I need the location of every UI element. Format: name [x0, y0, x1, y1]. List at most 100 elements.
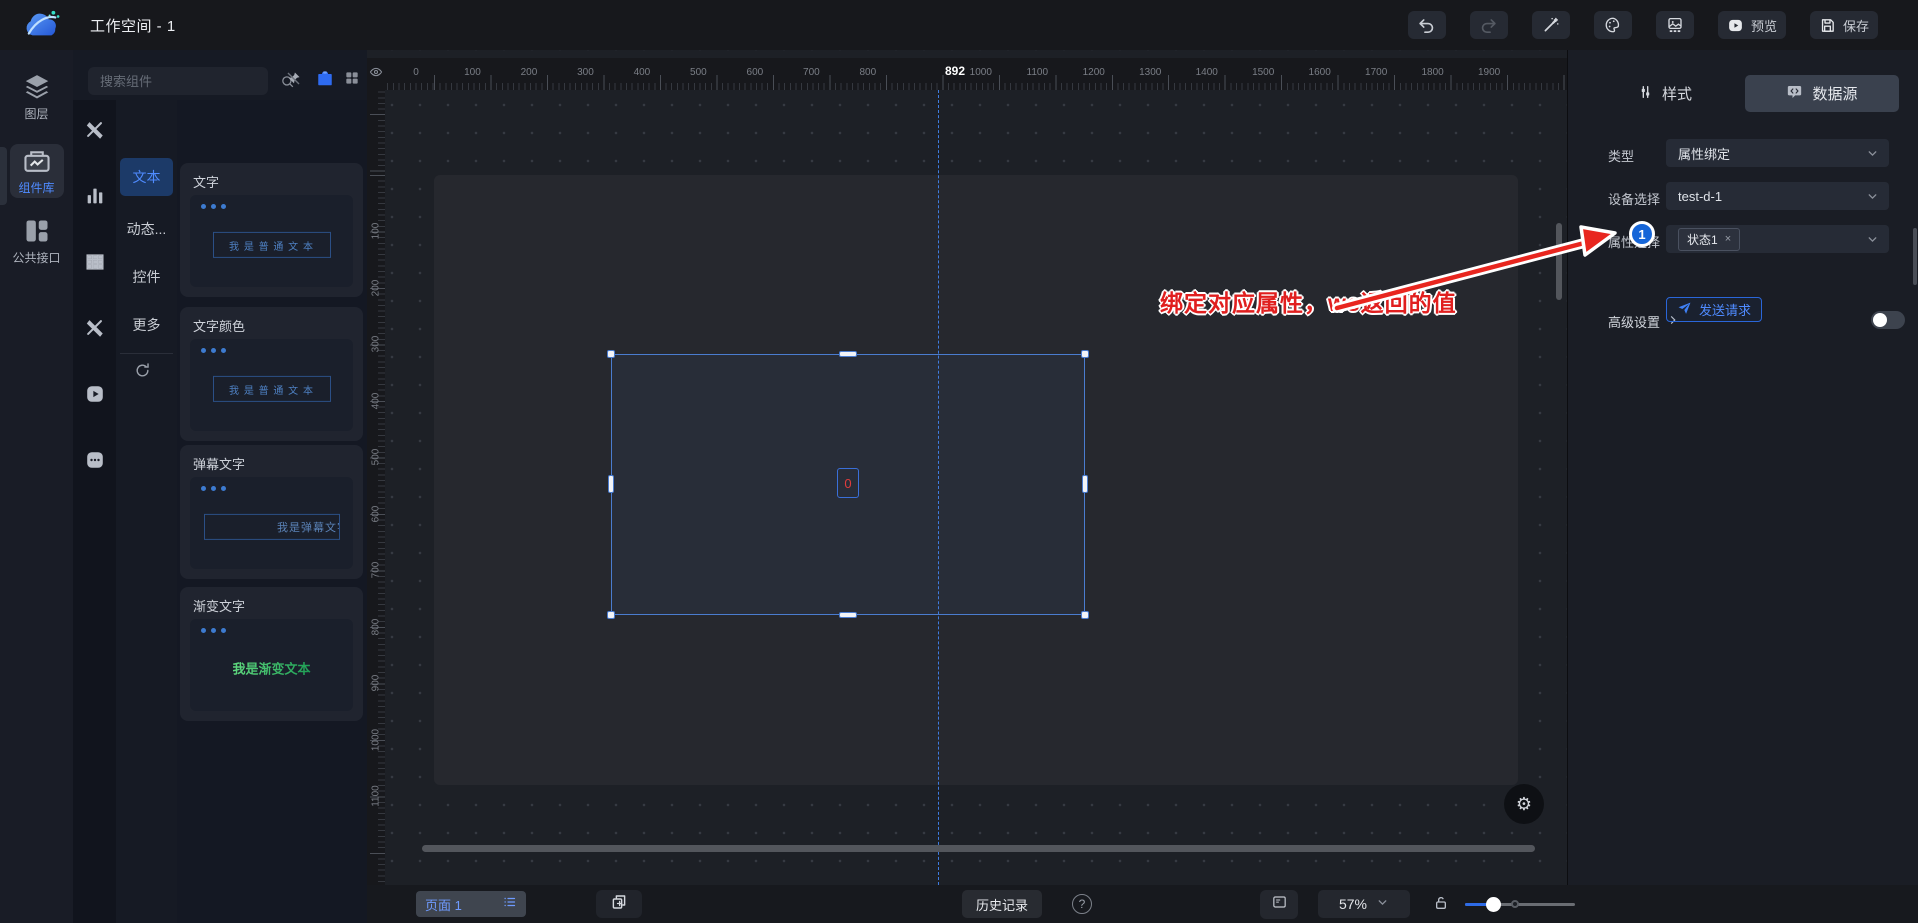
pin-icon[interactable] [285, 70, 302, 87]
right-panel: 样式 数据源 类型 属性绑定 设备选择 test-d-1 属性选择 状态1 × … [1567, 50, 1918, 885]
tab-dynamic[interactable]: 动态... [120, 210, 173, 248]
resize-handle-nw[interactable] [607, 350, 615, 358]
redo-icon [1479, 16, 1498, 35]
category-chart-icon[interactable] [78, 179, 112, 213]
tab-style[interactable]: 样式 [1590, 75, 1740, 112]
attribute-select[interactable]: 状态1 × [1666, 225, 1889, 253]
resize-handle-n[interactable] [839, 351, 857, 357]
preview-marquee-box: 我是弹幕文字 [204, 514, 340, 540]
canvas[interactable]: 0100200300400500600700800100011001200130… [367, 50, 1567, 885]
preview-dots [201, 628, 226, 633]
send-request-button[interactable]: 发送请求 [1666, 297, 1762, 322]
resize-handle-se[interactable] [1081, 611, 1089, 619]
undo-button[interactable] [1408, 11, 1446, 39]
device-select[interactable]: test-d-1 [1666, 182, 1889, 210]
resize-handle-e[interactable] [1082, 475, 1088, 493]
panel-layout-icon [1271, 894, 1288, 915]
workspace-title: 工作空间 - 1 [90, 15, 176, 36]
category-more-icon[interactable] [78, 443, 112, 477]
preview-label: 预览 [1751, 16, 1777, 35]
resize-handle-ne[interactable] [1081, 350, 1089, 358]
ruler-tick-label: 300 [577, 67, 594, 78]
panel-toggle-button[interactable] [1260, 890, 1298, 919]
help-button[interactable]: ? [1072, 894, 1092, 914]
zoom-slider-knob[interactable] [1486, 897, 1501, 912]
card-title: 弹幕文字 [193, 454, 245, 473]
sidebar-item-public-api[interactable]: 公共接口 [0, 208, 73, 272]
snapshot-button[interactable] [1656, 11, 1694, 39]
page-1-button[interactable]: 页面 1 [416, 891, 526, 917]
resize-handle-sw[interactable] [607, 611, 615, 619]
component-card-list: 文字 我 是 普 通 文 本 文字颜色 我 是 普 通 文 本 弹幕文字 我是弹… [177, 100, 367, 923]
chevron-down-icon [1866, 147, 1879, 160]
category-design-icon[interactable] [78, 113, 112, 147]
vertical-ruler: 10020030040050060070080090010001100 [367, 90, 385, 885]
top-bar: 工作空间 - 1 预览 保存 [0, 0, 1918, 50]
category-design2-icon[interactable] [78, 311, 112, 345]
sidebar-item-layers[interactable]: 图层 [0, 64, 73, 128]
card-preview: 我是弹幕文字 [190, 477, 353, 569]
preview-button[interactable]: 预览 [1718, 11, 1786, 39]
magic-wand-icon [1542, 16, 1560, 34]
device-value: test-d-1 [1678, 189, 1722, 204]
ruler-tick-label: 1500 [1252, 67, 1274, 78]
bound-value-box[interactable]: 0 [837, 468, 859, 498]
ruler-tick-label: 200 [521, 67, 538, 78]
ruler-tick-label: 1600 [1309, 67, 1331, 78]
save-button[interactable]: 保存 [1810, 11, 1878, 39]
eye-icon[interactable] [369, 65, 383, 84]
grid-view-icon[interactable] [344, 70, 360, 86]
component-card-gradient[interactable]: 渐变文字 我是渐变文本 [180, 587, 363, 721]
sidebar-item-components[interactable]: 组件库 [0, 134, 73, 206]
category-table-icon[interactable] [78, 245, 112, 279]
layers-icon [22, 74, 52, 103]
magic-wand-button[interactable] [1532, 11, 1570, 39]
tab-text[interactable]: 文本 [120, 158, 173, 196]
card-preview: 我 是 普 通 文 本 [190, 195, 353, 287]
tag-remove-icon[interactable]: × [1725, 233, 1731, 245]
send-plane-icon [1677, 301, 1692, 319]
lock-icon[interactable] [1433, 894, 1449, 912]
component-market-icon[interactable] [316, 70, 334, 87]
component-search-box [88, 67, 268, 95]
undo-icon [1417, 16, 1436, 35]
advanced-settings-label: 高级设置 [1608, 312, 1660, 331]
toggle-knob [1873, 313, 1887, 327]
vertical-scrollbar[interactable] [1556, 223, 1562, 300]
redo-button[interactable] [1470, 11, 1508, 39]
horizontal-scrollbar[interactable] [422, 845, 1535, 852]
bottom-bar: 页面 1 历史记录 ? 57% [367, 885, 1918, 923]
tab-controls[interactable]: 控件 [120, 258, 173, 296]
tab-data-source[interactable]: 数据源 [1745, 75, 1899, 112]
search-input[interactable] [88, 74, 280, 89]
advanced-toggle[interactable] [1871, 311, 1905, 329]
ruler-tick-label: 1900 [1478, 67, 1500, 78]
component-search-row [73, 50, 367, 100]
ruler-tick-label: 1000 [970, 67, 992, 78]
component-card-danmaku[interactable]: 弹幕文字 我是弹幕文字 [180, 445, 363, 579]
resize-handle-s[interactable] [839, 612, 857, 618]
panel-scrollbar[interactable] [1913, 228, 1917, 285]
badge-number: 1 [1638, 227, 1645, 242]
ruler-tick-label: 400 [371, 393, 382, 410]
page-menu-icon[interactable] [502, 895, 517, 914]
zoom-select[interactable]: 57% [1318, 890, 1410, 918]
component-card-text[interactable]: 文字 我 是 普 通 文 本 [180, 163, 363, 297]
tab-more[interactable]: 更多 [120, 306, 173, 344]
add-page-button[interactable] [596, 890, 642, 918]
category-media-icon[interactable] [78, 377, 112, 411]
tab-controls-label: 控件 [133, 267, 161, 287]
ruler-tick-label: 0 [413, 67, 419, 78]
add-page-icon [610, 893, 628, 916]
data-source-tab-label: 数据源 [1812, 83, 1857, 104]
zoom-slider[interactable] [1465, 903, 1575, 906]
component-card-text-color[interactable]: 文字颜色 我 是 普 通 文 本 [180, 307, 363, 441]
history-button[interactable]: 历史记录 [962, 890, 1042, 918]
resize-handle-w[interactable] [608, 475, 614, 493]
type-select[interactable]: 属性绑定 [1666, 139, 1889, 167]
canvas-settings-fab[interactable]: ⚙ [1504, 784, 1544, 824]
refresh-icon[interactable] [134, 362, 151, 379]
component-panel: 文本 动态... 控件 更多 文字 我 是 普 通 文 本 文字颜色 我 是 普… [73, 50, 367, 923]
panel-drawer-handle[interactable] [0, 147, 7, 205]
theme-button[interactable] [1594, 11, 1632, 39]
